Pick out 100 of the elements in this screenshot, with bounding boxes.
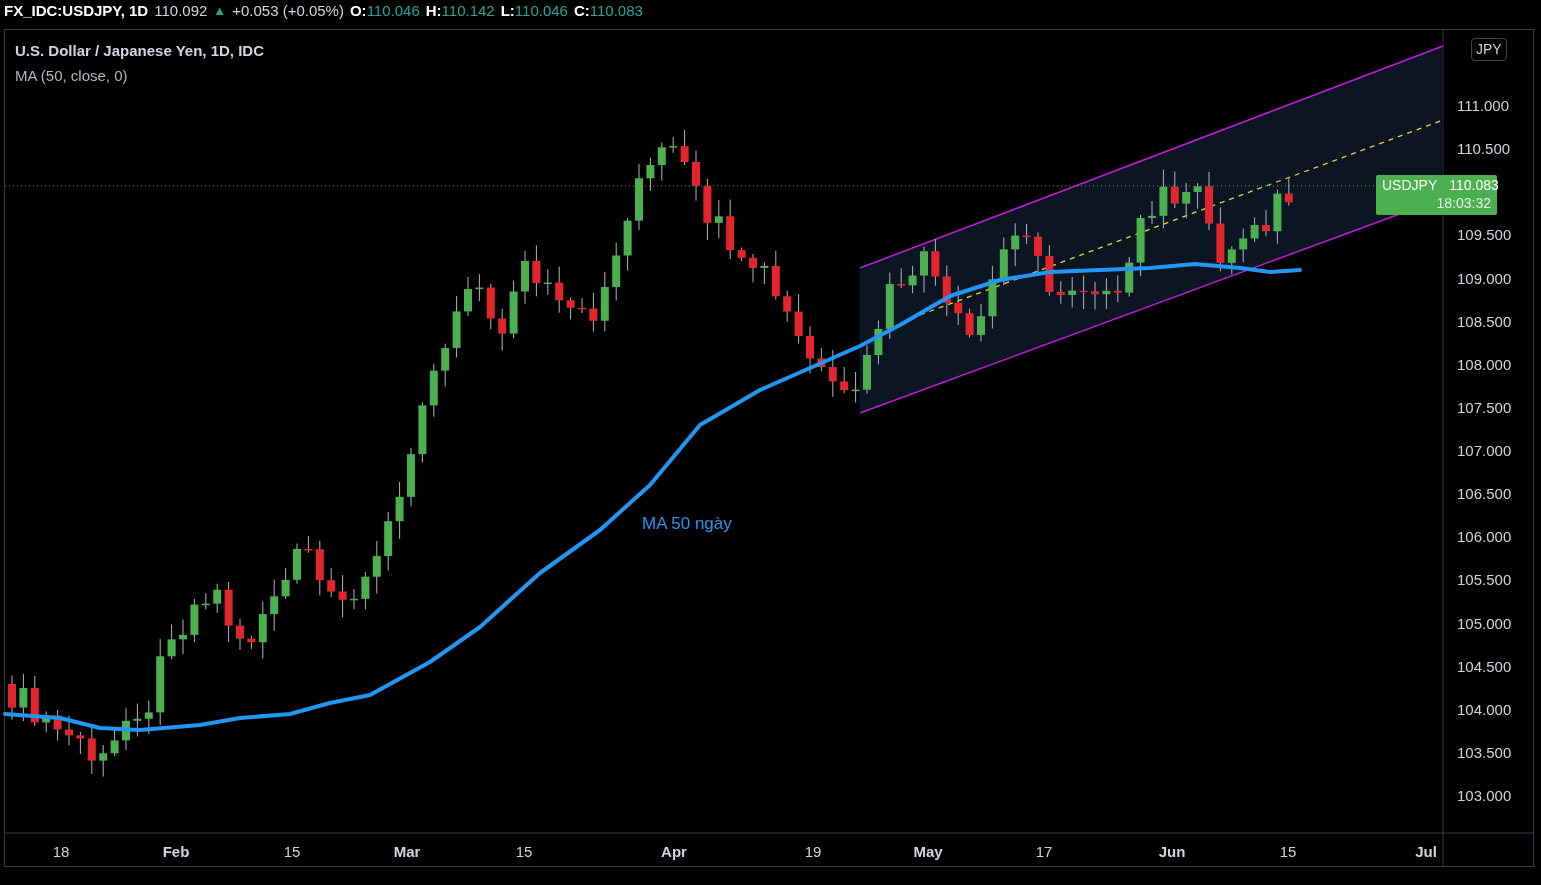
candlestick bbox=[76, 731, 85, 755]
price-tick: 104.000 bbox=[1457, 700, 1512, 719]
candlestick bbox=[1239, 227, 1248, 263]
candlestick bbox=[771, 250, 780, 301]
ohlc-label: L: bbox=[500, 0, 515, 21]
candlestick bbox=[475, 273, 484, 302]
candlestick bbox=[783, 290, 792, 323]
price-tick: 103.500 bbox=[1457, 743, 1512, 762]
candlestick bbox=[407, 447, 415, 507]
candlestick bbox=[692, 150, 700, 202]
date-tick: 15 bbox=[283, 843, 301, 861]
candlestick bbox=[1056, 280, 1065, 305]
price-tick: 104.500 bbox=[1457, 657, 1512, 676]
candlestick bbox=[429, 363, 438, 418]
candlestick bbox=[578, 297, 586, 314]
candlestick bbox=[999, 237, 1008, 286]
currency-badge[interactable]: JPY bbox=[1471, 38, 1507, 61]
last-price: 110.092 bbox=[154, 0, 208, 21]
symbol-title: FX_IDC:USDJPY, 1D bbox=[4, 0, 149, 21]
candlestick bbox=[646, 157, 655, 192]
price-tick: 108.500 bbox=[1457, 312, 1512, 331]
candlestick bbox=[30, 675, 39, 727]
price-tick: 107.500 bbox=[1457, 398, 1512, 417]
candlestick bbox=[908, 265, 917, 294]
candlestick bbox=[1102, 277, 1111, 310]
candlestick bbox=[714, 199, 723, 239]
candlestick bbox=[441, 343, 450, 387]
candlestick bbox=[920, 246, 928, 294]
candlestick bbox=[372, 540, 381, 595]
candlestick bbox=[1284, 177, 1293, 207]
candlestick bbox=[931, 238, 940, 287]
candlestick bbox=[281, 567, 290, 600]
candlestick bbox=[19, 673, 28, 722]
candlestick bbox=[954, 285, 963, 326]
candlestick bbox=[1227, 245, 1236, 275]
candlestick bbox=[315, 540, 324, 596]
candlestick bbox=[623, 217, 632, 272]
date-tick: Jun bbox=[1158, 843, 1186, 861]
candlestick bbox=[669, 136, 678, 154]
candlestick bbox=[532, 244, 541, 297]
candlestick bbox=[1250, 216, 1259, 243]
candlestick bbox=[122, 707, 130, 751]
candlestick bbox=[817, 347, 826, 372]
candlestick bbox=[1068, 276, 1077, 308]
price-change: +0.053 (+0.05%) bbox=[232, 0, 344, 21]
date-tick: 18 bbox=[52, 843, 70, 861]
candlestick bbox=[703, 178, 712, 241]
candlestick bbox=[612, 242, 621, 302]
candlestick bbox=[304, 535, 313, 554]
candlestick bbox=[133, 703, 142, 737]
candlestick bbox=[338, 574, 347, 618]
candlestick bbox=[680, 129, 689, 166]
ohlc-value: 110.142 bbox=[441, 0, 495, 21]
candlestick bbox=[293, 543, 301, 585]
candlestick bbox=[760, 261, 769, 285]
candlestick bbox=[247, 635, 256, 650]
candlestick bbox=[395, 481, 404, 540]
candlestick bbox=[1262, 209, 1270, 237]
price-tick: 105.500 bbox=[1457, 571, 1512, 590]
candlestick bbox=[201, 592, 210, 610]
date-tick: Mar bbox=[393, 843, 421, 861]
candlestick bbox=[144, 699, 153, 735]
candlestick bbox=[521, 250, 529, 305]
candlestick bbox=[1113, 274, 1122, 303]
candlestick bbox=[988, 265, 997, 329]
candlestick bbox=[498, 308, 507, 352]
candlestick bbox=[384, 511, 393, 572]
candlestick bbox=[737, 247, 746, 262]
price-tick: 107.000 bbox=[1457, 442, 1512, 460]
candlestick bbox=[1091, 281, 1099, 310]
candlestick bbox=[1273, 189, 1282, 245]
indicator-label: MA (50, close, 0) bbox=[15, 65, 129, 86]
countdown-text: 18:03:32 bbox=[1436, 194, 1491, 212]
price-tick: 106.000 bbox=[1457, 528, 1512, 547]
date-tick: 15 bbox=[515, 843, 533, 861]
candlestick bbox=[863, 344, 871, 395]
price-tick: 106.500 bbox=[1457, 485, 1512, 504]
price-tick: 109.500 bbox=[1457, 226, 1512, 245]
date-tick: 15 bbox=[1279, 843, 1297, 861]
candlestick bbox=[840, 366, 849, 394]
ohlc-label: C: bbox=[573, 0, 590, 21]
candlestick bbox=[749, 253, 757, 283]
candlestick bbox=[635, 163, 643, 231]
candlestick bbox=[726, 199, 735, 260]
candlestick bbox=[828, 349, 837, 398]
symbol-text: USDJPY bbox=[1382, 176, 1438, 194]
candlestick bbox=[53, 709, 62, 742]
candlestick bbox=[1205, 171, 1213, 231]
candlestick bbox=[1079, 275, 1088, 310]
candlestick bbox=[1125, 256, 1134, 298]
candlestick bbox=[806, 325, 814, 374]
candlestick bbox=[566, 296, 575, 320]
candlestick bbox=[486, 283, 495, 330]
date-tick: 17 bbox=[1035, 843, 1053, 861]
candlestick bbox=[361, 571, 370, 610]
ma-annotation: MA 50 ngày bbox=[642, 513, 732, 535]
chart-title: U.S. Dollar / Japanese Yen, 1D, IDC bbox=[15, 41, 264, 61]
candlestick bbox=[977, 303, 985, 342]
candlestick bbox=[327, 567, 336, 598]
candlestick bbox=[1148, 200, 1156, 225]
